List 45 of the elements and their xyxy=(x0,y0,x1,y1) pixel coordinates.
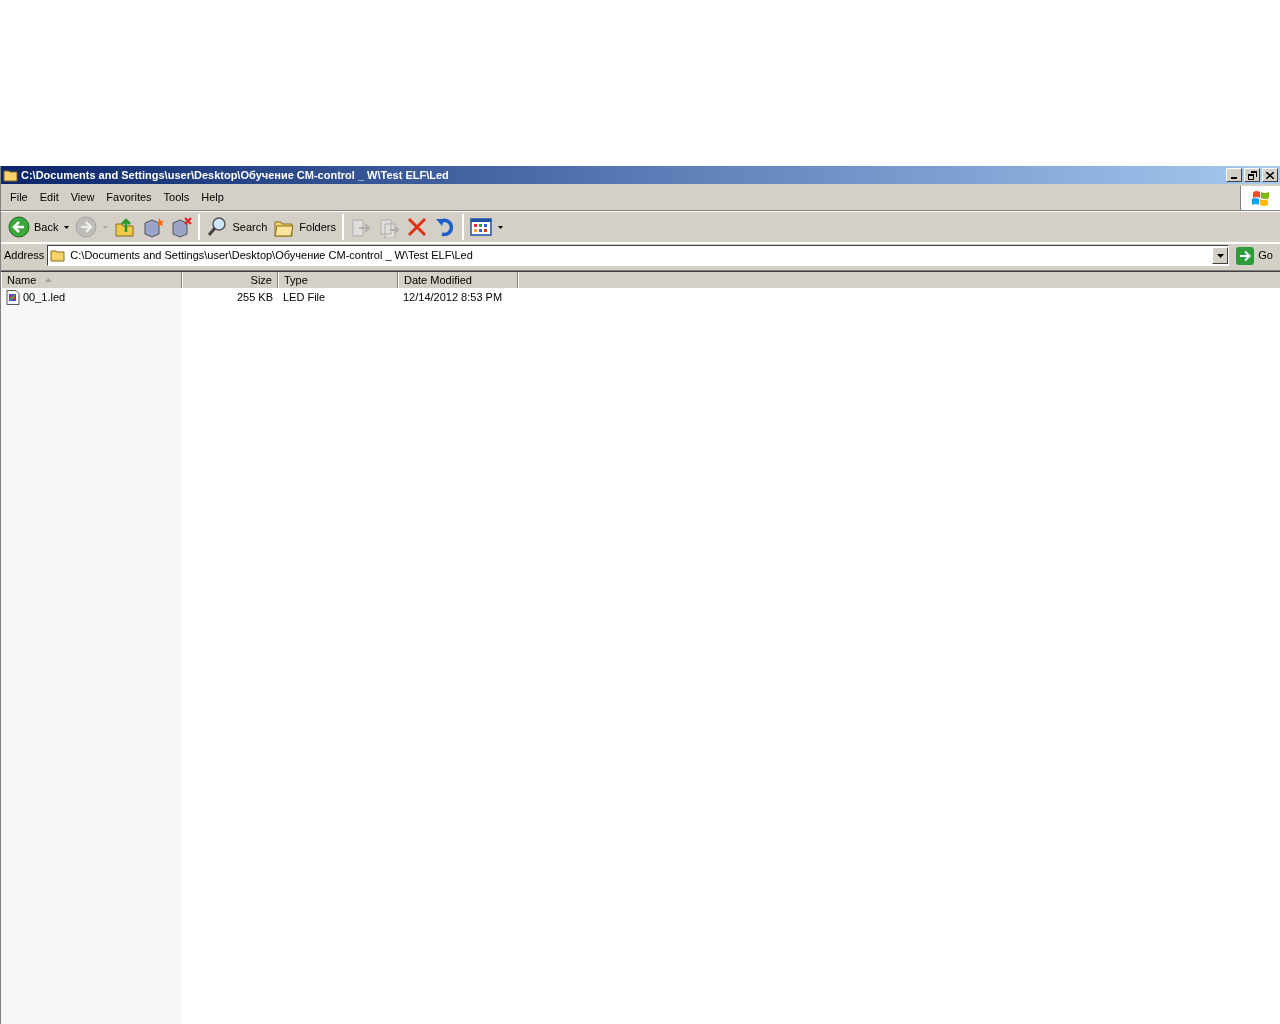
caret-icon xyxy=(498,225,503,229)
caret-icon xyxy=(1216,253,1224,258)
move-to-icon xyxy=(350,216,372,238)
column-header[interactable]: Size xyxy=(182,272,278,288)
address-field[interactable]: C:\Documents and Settings\user\Desktop\Обучение CM-control _ W\Test ELF\Led xyxy=(47,245,1230,266)
delete-cube-icon xyxy=(170,216,193,238)
caret-icon xyxy=(64,225,70,229)
folder-icon xyxy=(50,249,67,262)
menu-item[interactable]: View xyxy=(64,187,101,208)
address-label: Address xyxy=(4,248,45,264)
restore-icon xyxy=(1247,170,1257,180)
table-cell-text: 12/14/2012 8:53 PM xyxy=(403,289,503,305)
column-header[interactable]: Date Modified xyxy=(398,272,518,288)
toolbar-button[interactable]: Back xyxy=(5,213,73,241)
address-text: C:\Documents and Settings\user\Desktop\Обучение CM-control _ W\Test ELF\Led xyxy=(70,248,473,264)
window-title: C:\Documents and Settings\user\Desktop\Обучение CM-control _ W\Test ELF\Led xyxy=(21,167,449,183)
undo-icon xyxy=(434,216,456,238)
go-button[interactable]: Go xyxy=(1232,246,1277,265)
toolbar-button[interactable]: Folders xyxy=(270,213,339,241)
views-grid-icon xyxy=(470,216,492,238)
copy-to-icon xyxy=(378,216,400,238)
restore-button[interactable] xyxy=(1244,168,1260,182)
file-name[interactable]: 00_1.led xyxy=(23,288,66,306)
close-button[interactable] xyxy=(1262,168,1278,182)
table-cell-text: 255 KB xyxy=(236,289,273,305)
menu-item[interactable]: Help xyxy=(195,187,230,208)
menu-item[interactable]: Edit xyxy=(33,187,65,208)
menu-item[interactable]: Tools xyxy=(157,187,196,208)
menu-item[interactable]: File xyxy=(4,187,34,208)
search-icon xyxy=(206,216,229,238)
table-cell-text: LED File xyxy=(283,289,326,305)
minimize-icon xyxy=(1231,177,1237,179)
dropdown-button[interactable] xyxy=(1212,247,1229,264)
new-folder-cube-icon xyxy=(142,216,165,238)
close-icon xyxy=(1266,171,1274,179)
menu-item[interactable]: Favorites xyxy=(100,187,158,208)
folder-up-icon xyxy=(114,216,137,238)
minimize-button[interactable] xyxy=(1226,168,1242,182)
delete-icon xyxy=(406,216,428,238)
sort-arrow-icon xyxy=(45,278,53,282)
toolbar-button[interactable]: Search xyxy=(203,213,271,241)
flag-logo-icon xyxy=(1250,188,1271,207)
column-header[interactable]: Type xyxy=(278,272,398,288)
folder-icon xyxy=(3,168,19,182)
caret-icon xyxy=(103,225,109,229)
